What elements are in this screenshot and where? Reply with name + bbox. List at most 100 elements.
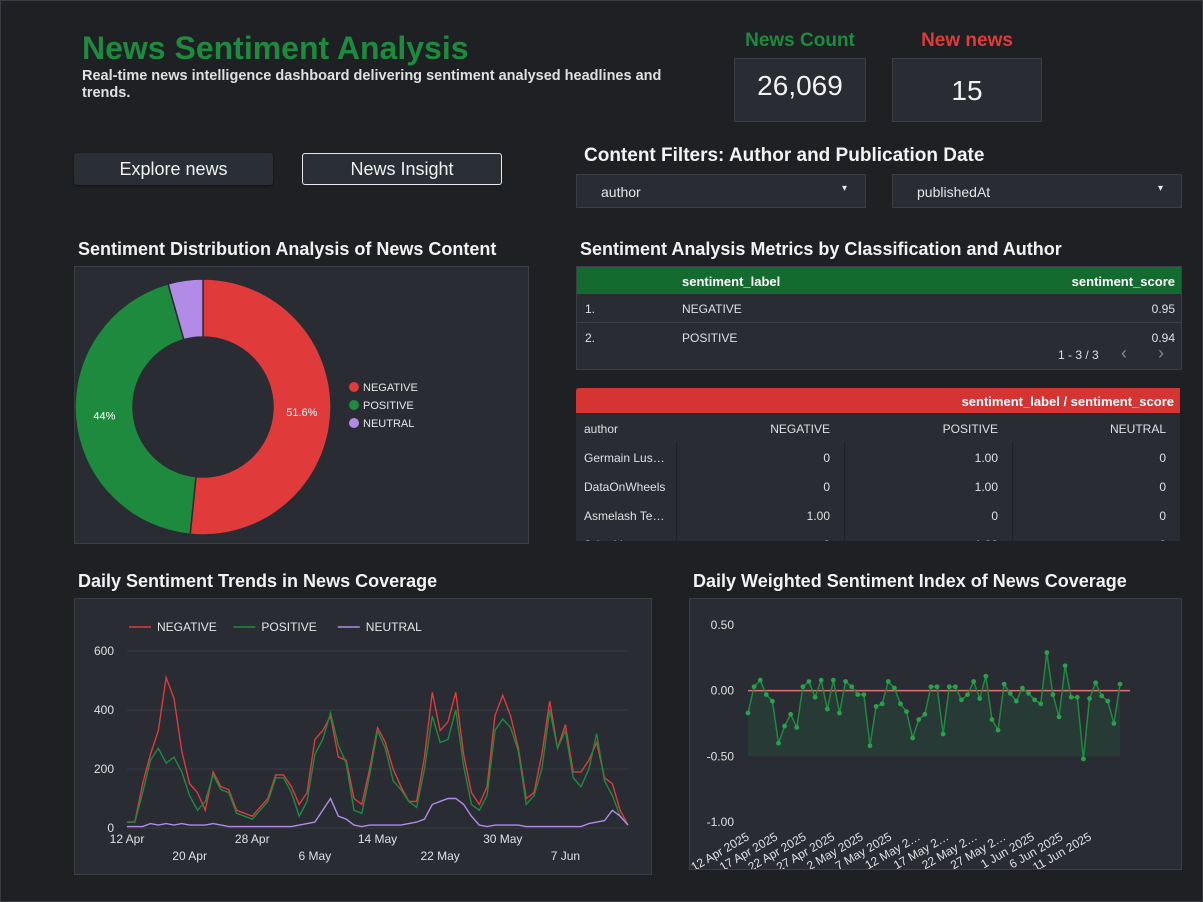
chevron-right-icon[interactable]: › <box>1158 343 1164 364</box>
data-point <box>971 679 977 684</box>
data-point <box>959 697 964 703</box>
metrics-title: Sentiment Analysis Metrics by Classifica… <box>580 239 1062 259</box>
data-point <box>776 740 781 746</box>
data-point <box>1001 681 1007 687</box>
donut-title: Sentiment Distribution Analysis of News … <box>78 239 497 259</box>
pivot-cell: 0 <box>823 480 830 494</box>
data-point <box>757 677 763 683</box>
sentiment-index-chart: 0.500.00-0.50-1.0012 Apr 202517 Apr 2025… <box>688 618 1130 874</box>
data-point <box>1020 685 1025 691</box>
data-point <box>928 684 934 690</box>
pivot-cell-divider <box>676 500 677 529</box>
chevron-left-icon[interactable]: ‹ <box>1121 343 1127 364</box>
data-point <box>891 685 897 691</box>
data-point <box>983 673 989 679</box>
author-filter-dropdown[interactable]: author ▾ <box>576 174 866 208</box>
table-row: John Linneman 0 1.00 0 <box>576 529 1180 541</box>
data-point <box>1038 701 1044 707</box>
data-point <box>812 694 818 700</box>
table-row: 2. POSITIVE 0.94 <box>577 323 1181 351</box>
legend-label-negative: NEGATIVE <box>363 382 418 394</box>
row-index: 1. <box>585 302 596 316</box>
pivot-cell: 0 <box>1159 480 1166 494</box>
legend-label-negative: NEGATIVE <box>157 620 217 634</box>
y-tick-label: 400 <box>94 703 114 717</box>
data-point <box>1026 690 1031 696</box>
data-point <box>965 692 970 698</box>
pivot-table-panel: sentiment_label / sentiment_score author… <box>576 388 1180 541</box>
data-point <box>1050 692 1056 698</box>
pivot-cell: 0 <box>1159 509 1166 523</box>
y-tick-label: -1.00 <box>707 815 735 829</box>
pivot-cell: 0 <box>1012 538 1166 541</box>
data-point <box>824 706 830 712</box>
news-count-value: 26,069 <box>734 58 866 122</box>
trends-title: Daily Sentiment Trends in News Coverage <box>78 571 438 591</box>
y-tick-label: 0.50 <box>711 618 735 632</box>
pivot-cell-divider <box>1012 500 1013 529</box>
data-point <box>1074 694 1080 700</box>
x-tick-label: 6 May <box>299 849 332 863</box>
data-point <box>782 723 787 729</box>
pivot-cell: 0 <box>676 538 830 541</box>
data-point <box>837 710 842 716</box>
pivot-column-headers: author NEGATIVE POSITIVE NEUTRAL <box>576 413 1180 443</box>
data-point <box>916 717 922 722</box>
data-point <box>922 711 928 717</box>
pivot-cell: 1.00 <box>974 480 998 494</box>
pivot-column-header[interactable]: NEGATIVE <box>676 422 830 436</box>
data-point <box>1105 698 1111 704</box>
author-filter-label: author <box>601 184 641 200</box>
data-point <box>898 701 903 707</box>
pivot-cell-divider <box>844 471 845 500</box>
data-point <box>904 709 909 715</box>
pivot-cell-divider <box>844 529 845 541</box>
data-point <box>849 684 855 690</box>
pivot-cell: 1.00 <box>974 451 998 465</box>
x-tick-label: 28 Apr <box>235 832 270 846</box>
data-point <box>989 717 995 722</box>
data-point <box>1032 697 1038 703</box>
pivot-cell: 0 <box>991 509 998 523</box>
pagination-label: 1 - 3 / 3 <box>1058 348 1099 362</box>
data-point <box>873 704 879 709</box>
pivot-column-header[interactable]: POSITIVE <box>844 422 998 436</box>
data-point <box>952 684 958 690</box>
donut-slice-label: 44% <box>93 411 115 423</box>
data-point <box>1087 696 1092 701</box>
pivot-column-header[interactable]: NEUTRAL <box>1012 422 1166 436</box>
y-tick-label: 200 <box>94 762 114 776</box>
table-row: DataOnWheels 0 1.00 0 <box>576 471 1180 501</box>
data-point <box>879 701 885 707</box>
x-tick-label: 22 May <box>420 849 459 863</box>
column-header-sentiment-label[interactable]: sentiment_label <box>682 274 780 289</box>
page-title: News Sentiment Analysis <box>82 30 469 66</box>
news-count-label: News Count <box>745 30 855 51</box>
x-tick-label: 12 Apr <box>110 832 145 846</box>
new-news-value: 15 <box>892 58 1042 122</box>
data-point <box>1099 693 1105 699</box>
pivot-column-header[interactable]: author <box>576 422 670 436</box>
pivot-cell: 1.00 <box>806 509 830 523</box>
column-header-sentiment-score[interactable]: sentiment_score <box>1072 274 1175 289</box>
row-label: NEGATIVE <box>682 302 742 316</box>
data-point <box>1062 663 1068 669</box>
metrics-table-panel: sentiment_label sentiment_score 1. NEGAT… <box>576 266 1182 370</box>
donut-panel: 51.6% 44% NEGATIVE POSITIVE NEUTRAL <box>74 266 529 544</box>
series-line-negative <box>127 674 629 826</box>
x-tick-label: 7 Jun <box>551 849 580 863</box>
pivot-cell: 0 <box>823 451 830 465</box>
published-filter-dropdown[interactable]: publishedAt ▾ <box>892 174 1182 208</box>
row-score: 0.95 <box>1151 302 1175 316</box>
data-point <box>788 711 794 717</box>
filters-title: Content Filters: Author and Publication … <box>584 145 985 166</box>
x-tick-label: 14 May <box>358 832 397 846</box>
legend-label-positive: POSITIVE <box>261 620 316 634</box>
data-point <box>861 692 867 698</box>
explore-news-button[interactable]: Explore news <box>74 153 273 185</box>
legend-label-positive: POSITIVE <box>363 400 414 412</box>
news-insight-button[interactable]: News Insight <box>302 153 502 185</box>
data-point <box>763 692 769 698</box>
legend-marker-neutral <box>349 418 359 428</box>
pivot-cell: 1.00 <box>844 538 998 541</box>
